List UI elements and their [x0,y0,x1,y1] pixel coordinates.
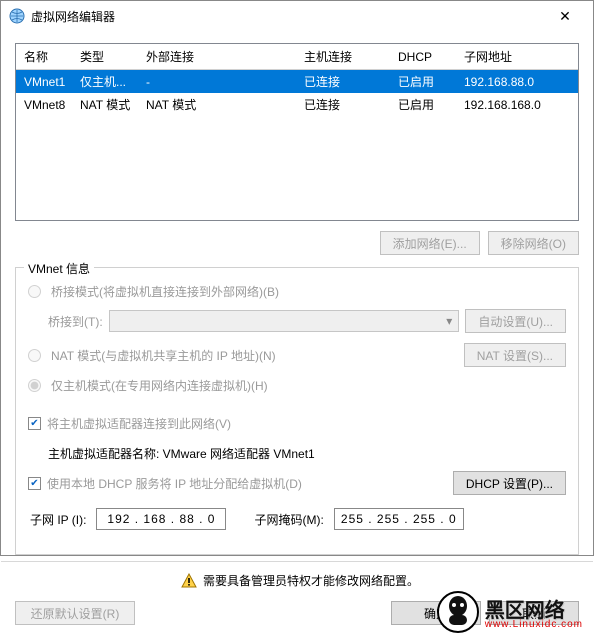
admin-warning: 需要具备管理员特权才能修改网络配置。 [203,572,419,589]
window-title: 虚拟网络编辑器 [31,8,115,25]
cell: NAT 模式 [72,93,138,116]
col-dhcp[interactable]: DHCP [390,44,456,70]
remove-network-button: 移除网络(O) [488,231,579,255]
connect-host-label: 将主机虚拟适配器连接到此网络(V) [47,415,231,432]
nat-settings-button: NAT 设置(S)... [464,343,566,367]
subnet-ip-label: 子网 IP (I): [30,511,86,528]
bridged-radio [28,285,41,298]
col-ext[interactable]: 外部连接 [138,44,296,70]
cell: 仅主机... [72,70,138,94]
nat-radio [28,349,41,362]
ok-button[interactable]: 确定 [391,601,481,625]
cell: 已启用 [390,93,456,116]
subnet-mask-label: 子网掩码(M): [254,511,323,528]
connect-host-checkbox: ✔ [28,417,41,430]
table-row[interactable]: VMnet8 NAT 模式 NAT 模式 已连接 已启用 192.168.168… [16,93,578,116]
cell: 192.168.168.0 [456,93,578,116]
app-icon [9,8,25,24]
bridged-to-combo [109,310,460,332]
bridged-label: 桥接模式(将虚拟机直接连接到外部网络)(B) [51,283,279,300]
hostonly-radio [28,379,41,392]
network-table[interactable]: 名称 类型 外部连接 主机连接 DHCP 子网地址 VMnet1 仅主机... … [15,43,579,221]
nat-label: NAT 模式(与虚拟机共享主机的 IP 地址)(N) [51,347,276,364]
subnet-ip-input[interactable] [96,508,226,530]
add-network-button: 添加网络(E)... [380,231,480,255]
cancel-button[interactable]: 取消 [489,601,579,625]
vmnet-info-title: VMnet 信息 [24,260,94,277]
warning-icon [181,573,197,589]
col-subnet[interactable]: 子网地址 [456,44,578,70]
close-button[interactable]: ✕ [545,2,585,30]
bridged-to-label: 桥接到(T): [48,313,103,330]
cell: - [138,70,296,94]
dhcp-checkbox: ✔ [28,477,41,490]
adapter-name: 主机虚拟适配器名称: VMware 网络适配器 VMnet1 [48,445,315,462]
auto-settings-button: 自动设置(U)... [465,309,566,333]
hostonly-label: 仅主机模式(在专用网络内连接虚拟机)(H) [51,377,268,394]
col-host[interactable]: 主机连接 [296,44,390,70]
table-row[interactable]: VMnet1 仅主机... - 已连接 已启用 192.168.88.0 [16,70,578,94]
cell: 192.168.88.0 [456,70,578,94]
cell: VMnet8 [16,93,72,116]
restore-defaults-button: 还原默认设置(R) [15,601,135,625]
cell: NAT 模式 [138,93,296,116]
cell: 已启用 [390,70,456,94]
subnet-mask-input[interactable] [334,508,464,530]
cell: 已连接 [296,70,390,94]
cell: 已连接 [296,93,390,116]
dhcp-label: 使用本地 DHCP 服务将 IP 地址分配给虚拟机(D) [47,475,302,492]
dhcp-settings-button[interactable]: DHCP 设置(P)... [453,471,566,495]
cell: VMnet1 [16,70,72,94]
col-name[interactable]: 名称 [16,44,72,70]
col-type[interactable]: 类型 [72,44,138,70]
